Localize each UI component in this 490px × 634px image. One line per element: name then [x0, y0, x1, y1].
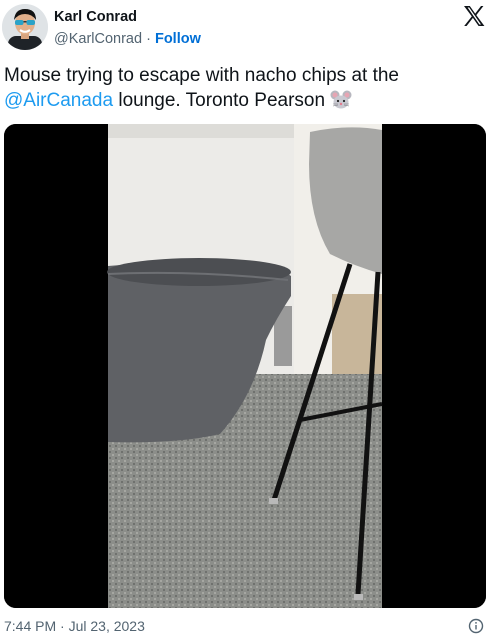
handle-line: @KarlConrad · Follow: [54, 30, 201, 48]
x-logo-icon[interactable]: [462, 4, 486, 28]
handle[interactable]: @KarlConrad: [54, 31, 142, 47]
info-icon[interactable]: [468, 618, 484, 634]
timestamp[interactable]: 7:44 PM · Jul 23, 2023: [4, 618, 145, 634]
video-media[interactable]: [4, 124, 486, 608]
tweet-text: Mouse trying to escape with nacho chips …: [4, 63, 484, 117]
avatar[interactable]: [2, 4, 48, 50]
video-content: [107, 124, 383, 608]
mouse-face-emoji: [330, 88, 352, 117]
display-name[interactable]: Karl Conrad: [54, 8, 201, 26]
tweet-text-end: lounge. Toronto Pearson: [113, 90, 331, 111]
separator: ·: [146, 31, 151, 47]
mention-link[interactable]: @AirCanada: [4, 90, 113, 111]
video-frame: [4, 124, 486, 608]
tweet-text-start: Mouse trying to escape with nacho chips …: [4, 65, 400, 86]
follow-button[interactable]: Follow: [155, 31, 201, 47]
user-info: Karl Conrad @KarlConrad · Follow: [54, 8, 201, 48]
tweet-footer: 7:44 PM · Jul 23, 2023: [4, 618, 486, 634]
tweet-header: Karl Conrad @KarlConrad · Follow: [0, 0, 490, 56]
